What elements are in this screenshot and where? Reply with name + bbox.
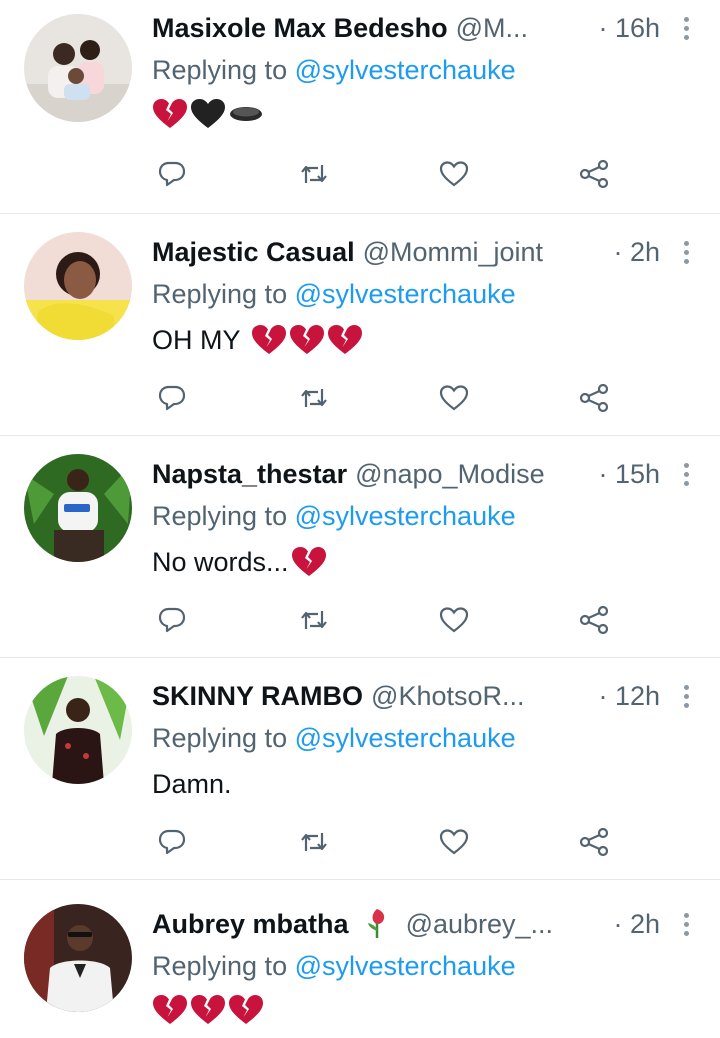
replying-to: Replying to @sylvesterchauke xyxy=(152,500,516,532)
replying-to: Replying to @sylvesterchauke xyxy=(152,54,516,86)
replying-to: Replying to @sylvesterchauke xyxy=(152,278,516,310)
tweet-header: Masixole Max Bedesho @M... · 16h xyxy=(152,10,696,46)
display-name[interactable]: Napsta_thestar xyxy=(152,459,347,489)
tweet-header: Napsta_thestar @napo_Modise · 15h xyxy=(152,456,696,492)
timestamp[interactable]: · 16h xyxy=(598,10,660,46)
mention-link[interactable]: @sylvesterchauke xyxy=(295,501,516,531)
avatar[interactable] xyxy=(24,454,132,562)
broken-heart-icon xyxy=(327,325,362,354)
broken-heart-icon xyxy=(153,995,187,1024)
tweet-header: Aubrey mbatha @aubrey_... · 2h xyxy=(152,906,696,942)
display-name[interactable]: Majestic Casual xyxy=(152,237,355,267)
avatar[interactable] xyxy=(24,14,132,122)
replying-to-label: Replying to xyxy=(152,55,288,85)
share-icon[interactable] xyxy=(576,156,612,192)
like-icon[interactable] xyxy=(436,156,472,192)
share-icon[interactable] xyxy=(576,602,612,638)
tweet-actions xyxy=(152,156,632,192)
reply-icon[interactable] xyxy=(154,602,190,638)
like-icon[interactable] xyxy=(436,824,472,860)
tweet-header: Majestic Casual @Mommi_joint · 2h xyxy=(152,234,696,270)
user-handle[interactable]: @KhotsoR... xyxy=(371,681,524,711)
retweet-icon[interactable] xyxy=(296,602,332,638)
retweet-icon[interactable] xyxy=(296,156,332,192)
reply-icon[interactable] xyxy=(154,380,190,416)
tweet[interactable]: Napsta_thestar @napo_Modise · 15h Replyin… xyxy=(0,436,720,658)
broken-heart-icon xyxy=(291,547,326,576)
tweet-actions xyxy=(152,824,632,860)
tweet-text-content: No words... xyxy=(152,547,289,577)
timestamp[interactable]: · 2h xyxy=(613,234,660,270)
tweet-text-content: OH MY xyxy=(152,325,241,355)
reply-icon[interactable] xyxy=(154,824,190,860)
more-options-icon[interactable] xyxy=(682,241,690,265)
tweet-text-content: Damn. xyxy=(152,769,232,799)
replying-to-label: Replying to xyxy=(152,279,288,309)
reply-feed: Masixole Max Bedesho @M... · 16h Replying… xyxy=(0,0,720,1038)
more-options-icon[interactable] xyxy=(682,685,690,709)
avatar[interactable] xyxy=(24,904,132,1012)
timestamp[interactable]: · 2h xyxy=(613,906,660,942)
broken-heart-icon xyxy=(251,325,286,354)
black-heart-icon xyxy=(191,99,225,128)
broken-heart-icon xyxy=(289,325,324,354)
reply-icon[interactable] xyxy=(154,156,190,192)
share-icon[interactable] xyxy=(576,380,612,416)
broken-heart-icon xyxy=(229,995,263,1024)
like-icon[interactable] xyxy=(436,380,472,416)
mention-link[interactable]: @sylvesterchauke xyxy=(295,951,516,981)
avatar[interactable] xyxy=(24,232,132,340)
display-name[interactable]: Masixole Max Bedesho xyxy=(152,13,448,43)
tweet-text: Damn. xyxy=(152,766,232,802)
tweet[interactable]: SKINNY RAMBO @KhotsoR... · 12h Replying t… xyxy=(0,658,720,880)
display-name[interactable]: Aubrey mbatha xyxy=(152,909,349,939)
rose-icon xyxy=(368,909,385,938)
tweet[interactable]: Aubrey mbatha @aubrey_... · 2h Replying … xyxy=(0,880,720,1038)
tweet-actions xyxy=(152,380,632,416)
tweet-text: No words... xyxy=(152,544,329,580)
tweet-text xyxy=(152,994,266,1026)
user-handle[interactable]: @M... xyxy=(456,13,528,43)
tweet-text xyxy=(152,98,266,130)
replying-to: Replying to @sylvesterchauke xyxy=(152,722,516,754)
mention-link[interactable]: @sylvesterchauke xyxy=(295,723,516,753)
mention-link[interactable]: @sylvesterchauke xyxy=(295,279,516,309)
retweet-icon[interactable] xyxy=(296,380,332,416)
timestamp[interactable]: · 12h xyxy=(598,678,660,714)
tweet[interactable]: Majestic Casual @Mommi_joint · 2h Replyin… xyxy=(0,214,720,436)
retweet-icon[interactable] xyxy=(296,824,332,860)
broken-heart-icon xyxy=(191,995,225,1024)
like-icon[interactable] xyxy=(436,602,472,638)
mention-link[interactable]: @sylvesterchauke xyxy=(295,55,516,85)
replying-to-label: Replying to xyxy=(152,951,288,981)
timestamp[interactable]: · 15h xyxy=(598,456,660,492)
tweet[interactable]: Masixole Max Bedesho @M... · 16h Replying… xyxy=(0,0,720,214)
more-options-icon[interactable] xyxy=(682,913,690,937)
share-icon[interactable] xyxy=(576,824,612,860)
broken-heart-icon xyxy=(153,99,187,128)
user-handle[interactable]: @aubrey_... xyxy=(406,909,554,939)
replying-to-label: Replying to xyxy=(152,501,288,531)
replying-to-label: Replying to xyxy=(152,723,288,753)
avatar[interactable] xyxy=(24,676,132,784)
hole-icon xyxy=(230,107,262,121)
more-options-icon[interactable] xyxy=(682,17,690,41)
tweet-header: SKINNY RAMBO @KhotsoR... · 12h xyxy=(152,678,696,714)
tweet-actions xyxy=(152,602,632,638)
tweet-text: OH MY xyxy=(152,322,365,358)
more-options-icon[interactable] xyxy=(682,463,690,487)
user-handle[interactable]: @napo_Modise xyxy=(355,459,545,489)
replying-to: Replying to @sylvesterchauke xyxy=(152,950,516,982)
display-name[interactable]: SKINNY RAMBO xyxy=(152,681,363,711)
user-handle[interactable]: @Mommi_joint xyxy=(363,237,543,267)
